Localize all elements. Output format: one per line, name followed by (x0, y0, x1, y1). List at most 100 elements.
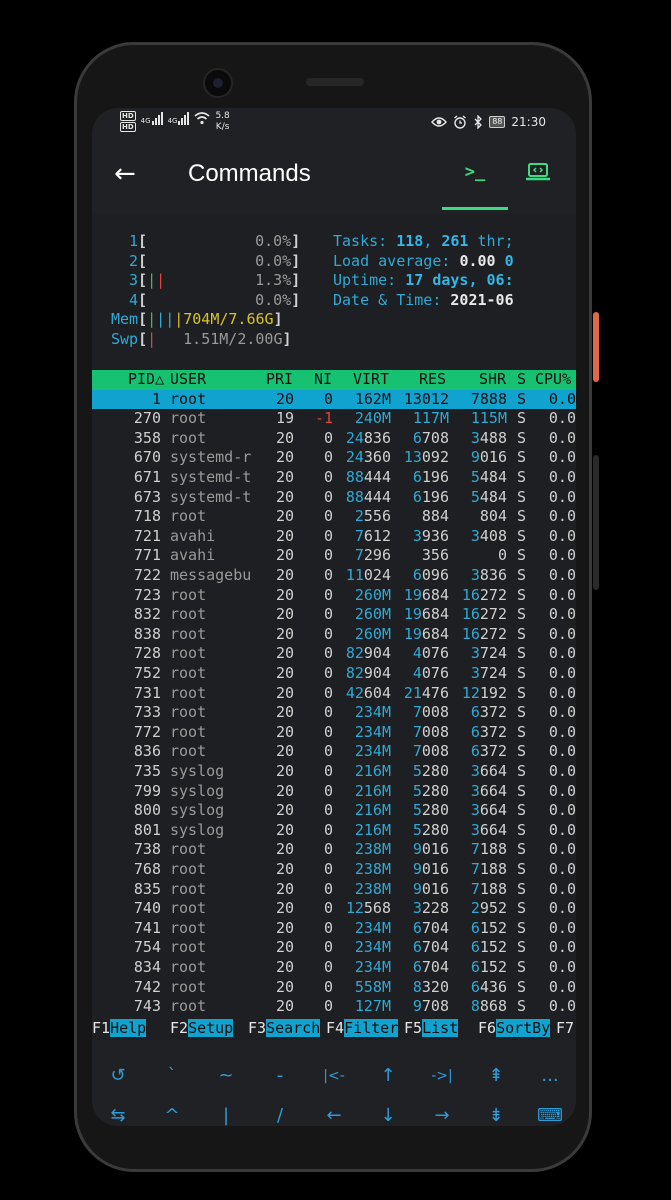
col-user[interactable]: USER (170, 370, 206, 390)
process-row[interactable]: 671 systemd-t 20 0 88444 6196 5484 S 0.0 (92, 468, 576, 488)
process-row[interactable]: 752 root 20 0 82904 4076 3724 S 0.0 (92, 664, 576, 684)
slash-key[interactable]: / (253, 1096, 307, 1126)
f6-sortby-key[interactable]: F6SortBy (478, 1018, 551, 1038)
process-row[interactable]: 801 syslog 20 0 216M 5280 3664 S 0.0 (92, 821, 576, 841)
cell-cpu: 0.0 (548, 840, 576, 859)
col-shr[interactable]: SHR (479, 370, 506, 390)
up-arrow-key[interactable]: ↑ (361, 1056, 415, 1096)
right-arrow-key[interactable]: → (415, 1096, 469, 1126)
process-row[interactable]: 772 root 20 0 234M 7008 6372 S 0.0 (92, 723, 576, 743)
history-icon[interactable]: ↺ (92, 1056, 145, 1096)
cell-pri: 20 (275, 938, 294, 957)
page-down-icon[interactable]: ⇟ (469, 1096, 523, 1126)
terminal-icon: >_ (464, 162, 486, 182)
back-button[interactable]: ← (114, 160, 144, 190)
datetime-meter: Date & Time: 2021-06 (333, 290, 514, 309)
process-row[interactable]: 718 root 20 0 2556 884 804 S 0.0 (92, 507, 576, 527)
process-row[interactable]: 838 root 20 0 260M 19684 16272 S 0.0 (92, 625, 576, 645)
cell-virt: 260M (354, 585, 391, 604)
process-row[interactable]: 728 root 20 0 82904 4076 3724 S 0.0 (92, 644, 576, 664)
backtick-key[interactable]: ` (145, 1056, 199, 1096)
col-ni[interactable]: NI (314, 370, 332, 390)
page-up-icon[interactable]: ⇞ (469, 1056, 523, 1096)
process-row[interactable]: 673 systemd-t 20 0 88444 6196 5484 S 0.0 (92, 488, 576, 508)
process-row[interactable]: 743 root 20 0 127M 9708 8868 S 0.0 (92, 997, 576, 1017)
minus-key[interactable]: - (253, 1056, 307, 1096)
cell-pid: 799 (133, 781, 161, 800)
cell-cpu: 0.0 (548, 997, 576, 1016)
process-row[interactable]: 670 systemd-r 20 0 24360 13092 9016 S 0.0 (92, 448, 576, 468)
end-key[interactable]: ->| (415, 1056, 469, 1096)
down-arrow-key[interactable]: ↓ (361, 1096, 415, 1126)
terminal-view[interactable]: 1[0.0%] 2[0.0%] 3[|| 1.3%] 4[0.0%] Mem[||… (92, 214, 576, 1026)
bluetooth-icon (474, 115, 483, 129)
f3-search-key[interactable]: F3Search (248, 1018, 321, 1038)
eye-icon (431, 117, 448, 127)
pipe-key[interactable]: | (199, 1096, 253, 1126)
cell-pri: 20 (275, 624, 294, 643)
process-row[interactable]: 771 avahi 20 0 7296 356 0 S 0.0 (92, 546, 576, 566)
cell-res: 9016 (412, 879, 449, 898)
cell-shr: 3724 (470, 664, 507, 682)
tilde-key[interactable]: ~ (199, 1056, 253, 1096)
col-cpu[interactable]: CPU% (535, 370, 571, 390)
cell-cpu: 0.0 (548, 566, 576, 584)
cell-pid: 834 (133, 958, 161, 976)
col-state[interactable]: S (517, 370, 526, 390)
col-res[interactable]: RES (419, 370, 446, 390)
process-row[interactable]: 1 root 20 0 162M 13012 7888 S 0.0 (92, 389, 576, 410)
f2-setup-key[interactable]: F2Setup (170, 1018, 234, 1038)
caret-key[interactable]: ^ (145, 1096, 199, 1126)
f4-filter-key[interactable]: F4Filter (326, 1018, 399, 1038)
f5-list-key[interactable]: F5List (404, 1018, 459, 1038)
cell-pid: 771 (133, 546, 161, 565)
wifi-icon (194, 112, 210, 125)
process-row[interactable]: 799 syslog 20 0 216M 5280 3664 S 0.0 (92, 782, 576, 802)
tab-terminal[interactable]: >_ (442, 150, 508, 210)
col-virt[interactable]: VIRT (353, 370, 389, 390)
process-row[interactable]: 800 syslog 20 0 216M 5280 3664 S 0.0 (92, 801, 576, 821)
process-row[interactable]: 722 messagebu 20 0 11024 6096 3836 S 0.0 (92, 566, 576, 586)
process-row[interactable]: 358 root 20 0 24836 6708 3488 S 0.0 (92, 429, 576, 449)
process-row[interactable]: 738 root 20 0 238M 9016 7188 S 0.0 (92, 840, 576, 860)
process-row[interactable]: 835 root 20 0 238M 9016 7188 S 0.0 (92, 880, 576, 900)
more-key[interactable]: ... (523, 1056, 576, 1096)
cell-ni: -1 (314, 409, 333, 428)
cell-pri: 20 (275, 664, 294, 682)
process-table-header[interactable]: PID△ USER PRI NI VIRT RES SHR S CPU% (92, 370, 576, 390)
process-row[interactable]: 834 root 20 0 234M 6704 6152 S 0.0 (92, 958, 576, 978)
process-row[interactable]: 754 root 20 0 234M 6704 6152 S 0.0 (92, 938, 576, 958)
cell-pri: 20 (275, 585, 294, 604)
cell-cpu: 0.0 (548, 938, 576, 957)
process-row[interactable]: 832 root 20 0 260M 19684 16272 S 0.0 (92, 605, 576, 625)
col-pri[interactable]: PRI (266, 370, 293, 390)
cell-user: root (170, 664, 207, 682)
tab-icon[interactable]: ⇆ (92, 1096, 145, 1126)
col-pid[interactable]: PID△ (128, 370, 164, 390)
process-row[interactable]: 733 root 20 0 234M 7008 6372 S 0.0 (92, 703, 576, 723)
process-row[interactable]: 836 root 20 0 234M 7008 6372 S 0.0 (92, 742, 576, 762)
keyboard-icon[interactable]: ⌨ (523, 1096, 576, 1126)
process-row[interactable]: 270 root 19 -1 240M 117M 115M S 0.0 (92, 409, 576, 429)
left-arrow-key[interactable]: ← (307, 1096, 361, 1126)
cell-res: 19684 (403, 624, 449, 643)
cpu-meter: 2[0.0%] (129, 251, 301, 270)
process-row[interactable]: 723 root 20 0 260M 19684 16272 S 0.0 (92, 586, 576, 606)
process-row[interactable]: 740 root 20 0 12568 3228 2952 S 0.0 (92, 899, 576, 919)
process-row[interactable]: 741 root 20 0 234M 6704 6152 S 0.0 (92, 919, 576, 939)
process-row[interactable]: 742 root 20 0 558M 8320 6436 S 0.0 (92, 978, 576, 998)
cell-ni: 0 (323, 448, 333, 467)
cell-res: 9016 (412, 860, 449, 878)
cell-virt: 234M (354, 703, 391, 722)
cell-ni: 0 (323, 624, 333, 643)
tab-desktop[interactable] (524, 160, 556, 190)
f7-key[interactable]: F7 (556, 1018, 574, 1038)
process-row[interactable]: 768 root 20 0 238M 9016 7188 S 0.0 (92, 860, 576, 880)
cell-ni: 0 (323, 879, 333, 898)
cell-shr: 5484 (470, 468, 507, 486)
home-key[interactable]: |<- (307, 1056, 361, 1096)
process-row[interactable]: 731 root 20 0 42604 21476 12192 S 0.0 (92, 684, 576, 704)
process-row[interactable]: 735 syslog 20 0 216M 5280 3664 S 0.0 (92, 762, 576, 782)
process-row[interactable]: 721 avahi 20 0 7612 3936 3408 S 0.0 (92, 527, 576, 547)
f1-help-key[interactable]: F1Help (92, 1018, 147, 1038)
